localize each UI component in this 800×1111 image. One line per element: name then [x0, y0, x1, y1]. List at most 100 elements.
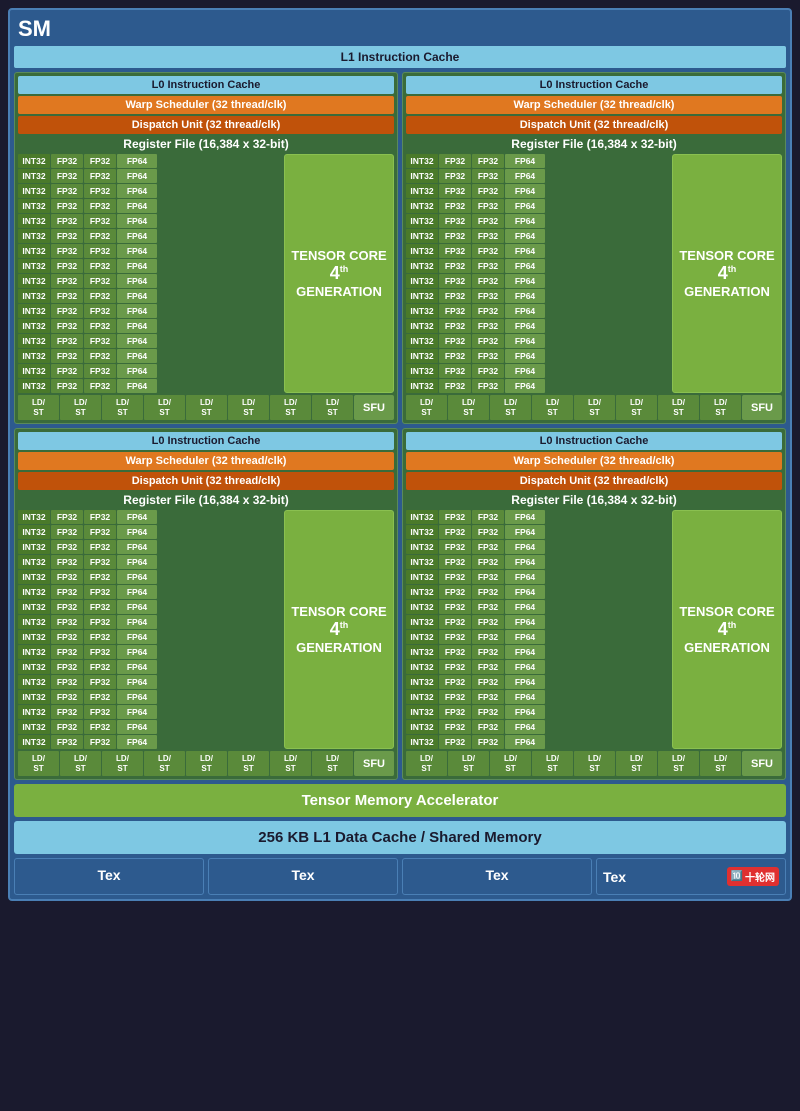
bottom-row-br: LD/ST LD/ST LD/ST LD/ST LD/ST LD/ST LD/S…: [406, 751, 782, 776]
cu-int32: INT32: [406, 289, 438, 303]
compute-area-tr: INT32 FP32 FP32 FP64 INT32 FP32 FP32 FP6…: [406, 154, 782, 393]
cu-fp32: FP32: [84, 169, 116, 183]
tensor-core-tl: TENSOR CORE4thGENERATION: [284, 154, 394, 393]
cu-fp64: FP64: [117, 334, 157, 348]
cu-row: INT32 FP32 FP32 FP64: [406, 510, 670, 524]
cu-int32: INT32: [18, 319, 50, 333]
cu-fp64: FP64: [117, 525, 157, 539]
cu-row: INT32 FP32 FP32 FP64: [18, 214, 282, 228]
cu-fp64: FP64: [117, 630, 157, 644]
cu-fp32: FP32: [439, 660, 471, 674]
l1-instruction-cache: L1 Instruction Cache: [14, 46, 786, 68]
cu-fp64: FP64: [505, 660, 545, 674]
cu-fp32: FP32: [472, 184, 504, 198]
cu-fp32: FP32: [472, 259, 504, 273]
cu-fp64: FP64: [117, 705, 157, 719]
logo-text: 十轮网: [745, 869, 775, 884]
cu-int32: INT32: [406, 630, 438, 644]
cu-fp32: FP32: [472, 334, 504, 348]
cu-int32: INT32: [406, 645, 438, 659]
cu-fp32: FP32: [51, 630, 83, 644]
cu-fp64: FP64: [505, 510, 545, 524]
cu-int32: INT32: [406, 379, 438, 393]
cu-row: INT32 FP32 FP32 FP64: [406, 379, 670, 393]
tensor-core-label: TENSOR CORE4thGENERATION: [679, 604, 774, 655]
cu-fp32: FP32: [51, 510, 83, 524]
cu-fp64: FP64: [505, 199, 545, 213]
cu-fp64: FP64: [117, 244, 157, 258]
compute-area-br: INT32 FP32 FP32 FP64 INT32 FP32 FP32 FP6…: [406, 510, 782, 749]
cu-fp32: FP32: [84, 570, 116, 584]
cu-row: INT32 FP32 FP32 FP64: [406, 244, 670, 258]
cu-fp64: FP64: [505, 364, 545, 378]
ld-st: LD/ST: [658, 395, 699, 420]
cu-fp32: FP32: [51, 289, 83, 303]
cu-row: INT32 FP32 FP32 FP64: [406, 570, 670, 584]
cu-row: INT32 FP32 FP32 FP64: [18, 334, 282, 348]
cu-fp64: FP64: [117, 229, 157, 243]
cu-fp32: FP32: [439, 214, 471, 228]
cu-fp64: FP64: [505, 630, 545, 644]
cu-int32: INT32: [406, 319, 438, 333]
cu-fp32: FP32: [472, 690, 504, 704]
cu-int32: INT32: [18, 675, 50, 689]
ld-st-7: LD/ST: [270, 395, 311, 420]
cu-fp32: FP32: [472, 615, 504, 629]
cu-int32: INT32: [18, 184, 50, 198]
cu-fp64: FP64: [505, 184, 545, 198]
ld-st: LD/ST: [18, 751, 59, 776]
cu-fp32: FP32: [472, 289, 504, 303]
ld-st: LD/ST: [574, 395, 615, 420]
cu-int32: INT32: [406, 690, 438, 704]
cu-row: INT32 FP32 FP32 FP64: [18, 570, 282, 584]
tex-unit-1: Tex: [14, 858, 204, 895]
cu-fp32: FP32: [439, 510, 471, 524]
cu-row: INT32 FP32 FP32 FP64: [18, 720, 282, 734]
cu-fp32: FP32: [439, 229, 471, 243]
cu-fp64: FP64: [117, 184, 157, 198]
cu-fp32: FP32: [439, 244, 471, 258]
cu-fp64: FP64: [505, 675, 545, 689]
cu-fp32: FP32: [472, 364, 504, 378]
cu-fp32: FP32: [472, 660, 504, 674]
cu-row: INT32 FP32 FP32 FP64: [406, 154, 670, 168]
cu-int32: INT32: [18, 555, 50, 569]
cu-fp32: FP32: [84, 585, 116, 599]
cu-fp32: FP32: [84, 379, 116, 393]
cu-fp32: FP32: [51, 244, 83, 258]
dispatch-unit-bl: Dispatch Unit (32 thread/clk): [18, 472, 394, 490]
cu-fp64: FP64: [505, 274, 545, 288]
cu-fp32: FP32: [472, 229, 504, 243]
cu-row: INT32 FP32 FP32 FP64: [18, 675, 282, 689]
l1-data-cache: 256 KB L1 Data Cache / Shared Memory: [14, 821, 786, 854]
cu-int32: INT32: [406, 675, 438, 689]
cu-fp64: FP64: [505, 570, 545, 584]
cu-fp64: FP64: [117, 645, 157, 659]
cu-fp32: FP32: [472, 214, 504, 228]
cu-int32: INT32: [18, 660, 50, 674]
cu-fp32: FP32: [51, 169, 83, 183]
cu-fp32: FP32: [439, 289, 471, 303]
cu-fp32: FP32: [472, 555, 504, 569]
sub-partition-bottom-right: L0 Instruction Cache Warp Scheduler (32 …: [402, 428, 786, 780]
cu-fp32: FP32: [84, 349, 116, 363]
compute-area-tl: INT32 FP32 FP32 FP64 INT32 FP32 FP32 FP6…: [18, 154, 394, 393]
cu-int32: INT32: [18, 540, 50, 554]
bottom-row-tl: LD/ST LD/ST LD/ST LD/ST LD/ST LD/ST LD/S…: [18, 395, 394, 420]
cu-fp32: FP32: [84, 735, 116, 749]
cu-fp32: FP32: [51, 675, 83, 689]
cu-row: INT32 FP32 FP32 FP64: [18, 274, 282, 288]
cu-int32: INT32: [406, 259, 438, 273]
cu-int32: INT32: [18, 304, 50, 318]
tex-label-2: Tex: [291, 867, 314, 883]
cu-fp32: FP32: [84, 555, 116, 569]
cu-row: INT32 FP32 FP32 FP64: [406, 720, 670, 734]
cu-int32: INT32: [406, 570, 438, 584]
cu-row: INT32 FP32 FP32 FP64: [18, 525, 282, 539]
top-quad-grid: L0 Instruction Cache Warp Scheduler (32 …: [14, 72, 786, 424]
cu-fp32: FP32: [84, 154, 116, 168]
ld-st: LD/ST: [616, 395, 657, 420]
ld-st: LD/ST: [658, 751, 699, 776]
cu-row: INT32 FP32 FP32 FP64: [18, 379, 282, 393]
cu-int32: INT32: [406, 334, 438, 348]
